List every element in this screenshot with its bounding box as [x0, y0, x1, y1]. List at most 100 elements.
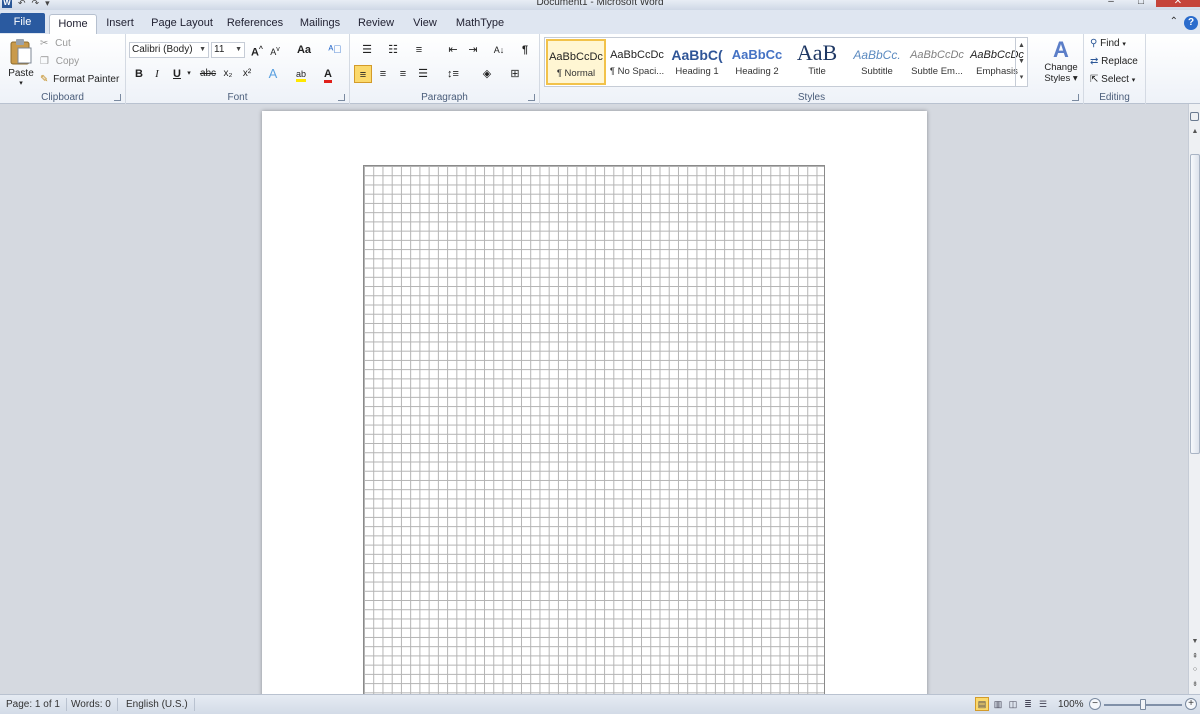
- align-right-button[interactable]: ≡: [394, 65, 412, 83]
- tab-view[interactable]: View: [406, 14, 444, 34]
- document-page[interactable]: [262, 111, 927, 694]
- draft-view-icon[interactable]: ☰: [1036, 697, 1050, 711]
- scroll-up-icon[interactable]: ▲: [1189, 128, 1200, 135]
- grid-table[interactable]: [363, 165, 825, 694]
- font-size-value: 11: [214, 44, 225, 55]
- shrink-font-button[interactable]: Av: [266, 41, 284, 59]
- maximize-button[interactable]: □: [1126, 0, 1156, 7]
- scrollbar-thumb[interactable]: [1190, 154, 1200, 454]
- numbering-button[interactable]: ☷: [382, 41, 404, 59]
- style-normal[interactable]: AaBbCcDc ¶ Normal: [546, 39, 606, 85]
- next-page-icon[interactable]: ⇟: [1189, 680, 1200, 688]
- italic-button[interactable]: I: [148, 65, 166, 83]
- sort-button[interactable]: A↓: [490, 41, 508, 59]
- gallery-more-icon[interactable]: ▾: [1016, 70, 1027, 86]
- font-size-select[interactable]: 11 ▼: [211, 42, 245, 58]
- line-spacing-button[interactable]: ↕≡: [442, 65, 464, 83]
- full-screen-reading-icon[interactable]: ▥: [991, 697, 1005, 711]
- style-heading-1[interactable]: AaBbC( Heading 1: [667, 39, 727, 85]
- highlight-button[interactable]: ab: [290, 65, 312, 83]
- word-count-indicator[interactable]: Words: 0: [65, 698, 118, 711]
- style-heading-2[interactable]: AaBbCc Heading 2: [727, 39, 787, 85]
- select-label: Select: [1101, 74, 1129, 85]
- cursor-icon: ⇱: [1090, 74, 1099, 85]
- align-center-icon: ≡: [379, 68, 387, 80]
- cut-button[interactable]: ✂ Cut: [40, 38, 71, 49]
- tab-insert[interactable]: Insert: [100, 14, 140, 34]
- change-styles-button[interactable]: A Change Styles ▾: [1040, 37, 1082, 85]
- clear-formatting-button[interactable]: ᴬ⃠: [326, 41, 344, 59]
- increase-indent-button[interactable]: ⇥: [464, 41, 482, 59]
- font-name-value: Calibri (Body): [132, 44, 193, 55]
- chevron-up-icon[interactable]: ▲: [1016, 38, 1027, 54]
- font-color-button[interactable]: A: [320, 65, 336, 83]
- language-indicator[interactable]: English (U.S.): [120, 698, 195, 711]
- paste-dropdown-icon[interactable]: ▾: [6, 79, 36, 87]
- subscript-button[interactable]: x₂: [219, 65, 237, 83]
- multilevel-list-button[interactable]: ≡: [408, 41, 430, 59]
- minimize-ribbon-icon[interactable]: ⌃: [1170, 16, 1178, 30]
- bullets-button[interactable]: ☰: [356, 41, 378, 59]
- page-count-indicator[interactable]: Page: 1 of 1: [0, 698, 67, 711]
- align-center-button[interactable]: ≡: [374, 65, 392, 83]
- text-effects-button[interactable]: A: [264, 65, 282, 83]
- web-layout-icon[interactable]: ◫: [1006, 697, 1020, 711]
- font-group-label: Font: [227, 92, 248, 103]
- find-label: Find: [1100, 38, 1120, 49]
- select-button[interactable]: ⇱ Select ▾: [1090, 74, 1135, 85]
- paragraph-launcher-icon[interactable]: [528, 94, 535, 101]
- bold-button[interactable]: B: [130, 65, 148, 83]
- zoom-level[interactable]: 100%: [1052, 698, 1090, 711]
- shading-button[interactable]: ◈: [476, 65, 498, 83]
- close-button[interactable]: ✕: [1156, 0, 1200, 7]
- style-title[interactable]: AaB Title: [787, 39, 847, 85]
- grow-font-button[interactable]: A^: [248, 41, 266, 59]
- scroll-down-icon[interactable]: ▼: [1189, 638, 1200, 645]
- style-subtitle[interactable]: AaBbCc. Subtitle: [847, 39, 907, 85]
- vertical-scrollbar[interactable]: ▲ ▼ ⇞ ○ ⇟: [1188, 104, 1200, 694]
- find-button[interactable]: ⚲ Find ▾: [1090, 38, 1126, 49]
- tab-mathtype[interactable]: MathType: [452, 14, 508, 34]
- previous-page-icon[interactable]: ⇞: [1189, 652, 1200, 660]
- format-painter-button[interactable]: ✎ Format Painter: [40, 74, 119, 85]
- change-case-button[interactable]: Aa: [292, 41, 316, 59]
- print-layout-view-icon[interactable]: ▤: [975, 697, 989, 711]
- paste-button[interactable]: Paste ▾: [6, 38, 36, 87]
- zoom-in-button[interactable]: +: [1185, 698, 1197, 710]
- tab-references[interactable]: References: [224, 14, 286, 34]
- font-launcher-icon[interactable]: [338, 94, 345, 101]
- chevron-down-icon[interactable]: ▼: [1016, 54, 1027, 70]
- view-ruler-icon[interactable]: [1190, 112, 1199, 121]
- justify-button[interactable]: ☰: [414, 65, 432, 83]
- document-area[interactable]: [0, 104, 1188, 694]
- strikethrough-button[interactable]: abc: [198, 65, 218, 83]
- styles-launcher-icon[interactable]: [1072, 94, 1079, 101]
- style-subtle-emphasis[interactable]: AaBbCcDc Subtle Em...: [907, 39, 967, 85]
- tab-page-layout[interactable]: Page Layout: [148, 14, 216, 34]
- change-styles-icon: A: [1053, 37, 1069, 62]
- underline-dropdown-icon[interactable]: ▾: [184, 65, 194, 83]
- copy-button[interactable]: ❐ Copy: [40, 56, 79, 67]
- superscript-button[interactable]: x²: [238, 65, 256, 83]
- style-name: ¶ Normal: [556, 68, 596, 79]
- style-no-spacing[interactable]: AaBbCcDc ¶ No Spaci...: [607, 39, 667, 85]
- replace-button[interactable]: ⇄ Replace: [1090, 56, 1138, 67]
- tab-home[interactable]: Home: [49, 14, 97, 34]
- show-marks-button[interactable]: ¶: [516, 41, 534, 59]
- align-left-button[interactable]: ≡: [354, 65, 372, 83]
- minimize-button[interactable]: –: [1096, 0, 1126, 7]
- decrease-indent-button[interactable]: ⇤: [444, 41, 462, 59]
- tab-file[interactable]: File: [0, 13, 45, 33]
- paragraph-group: ☰ ☷ ≡ ⇤ ⇥ A↓ ¶ ≡ ≡ ≡ ☰ ↕≡ ◈ ⊞ Paragraph: [350, 34, 540, 104]
- borders-button[interactable]: ⊞: [504, 65, 526, 83]
- zoom-out-button[interactable]: −: [1089, 698, 1101, 710]
- clipboard-launcher-icon[interactable]: [114, 94, 121, 101]
- font-name-select[interactable]: Calibri (Body) ▼: [129, 42, 209, 58]
- styles-gallery-scroll[interactable]: ▲ ▼ ▾: [1015, 38, 1027, 86]
- outline-view-icon[interactable]: ≣: [1021, 697, 1035, 711]
- help-icon[interactable]: ?: [1184, 16, 1198, 30]
- tab-mailings[interactable]: Mailings: [294, 14, 346, 34]
- browse-object-icon[interactable]: ○: [1189, 666, 1200, 673]
- tab-review[interactable]: Review: [354, 14, 398, 34]
- zoom-slider-thumb[interactable]: [1140, 699, 1146, 710]
